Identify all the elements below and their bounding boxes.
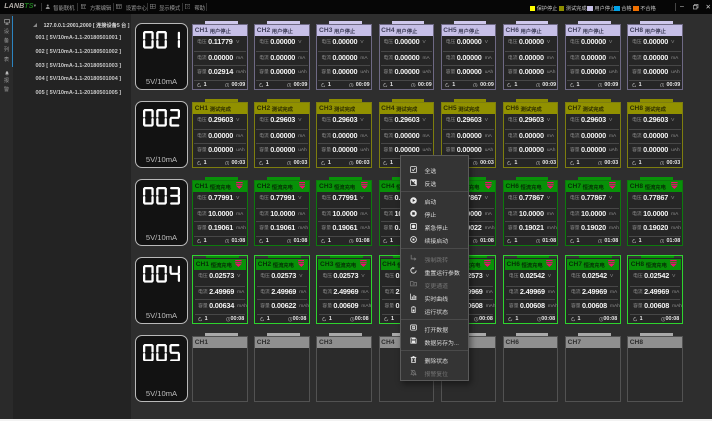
svg-text:?: ? [187,4,190,9]
